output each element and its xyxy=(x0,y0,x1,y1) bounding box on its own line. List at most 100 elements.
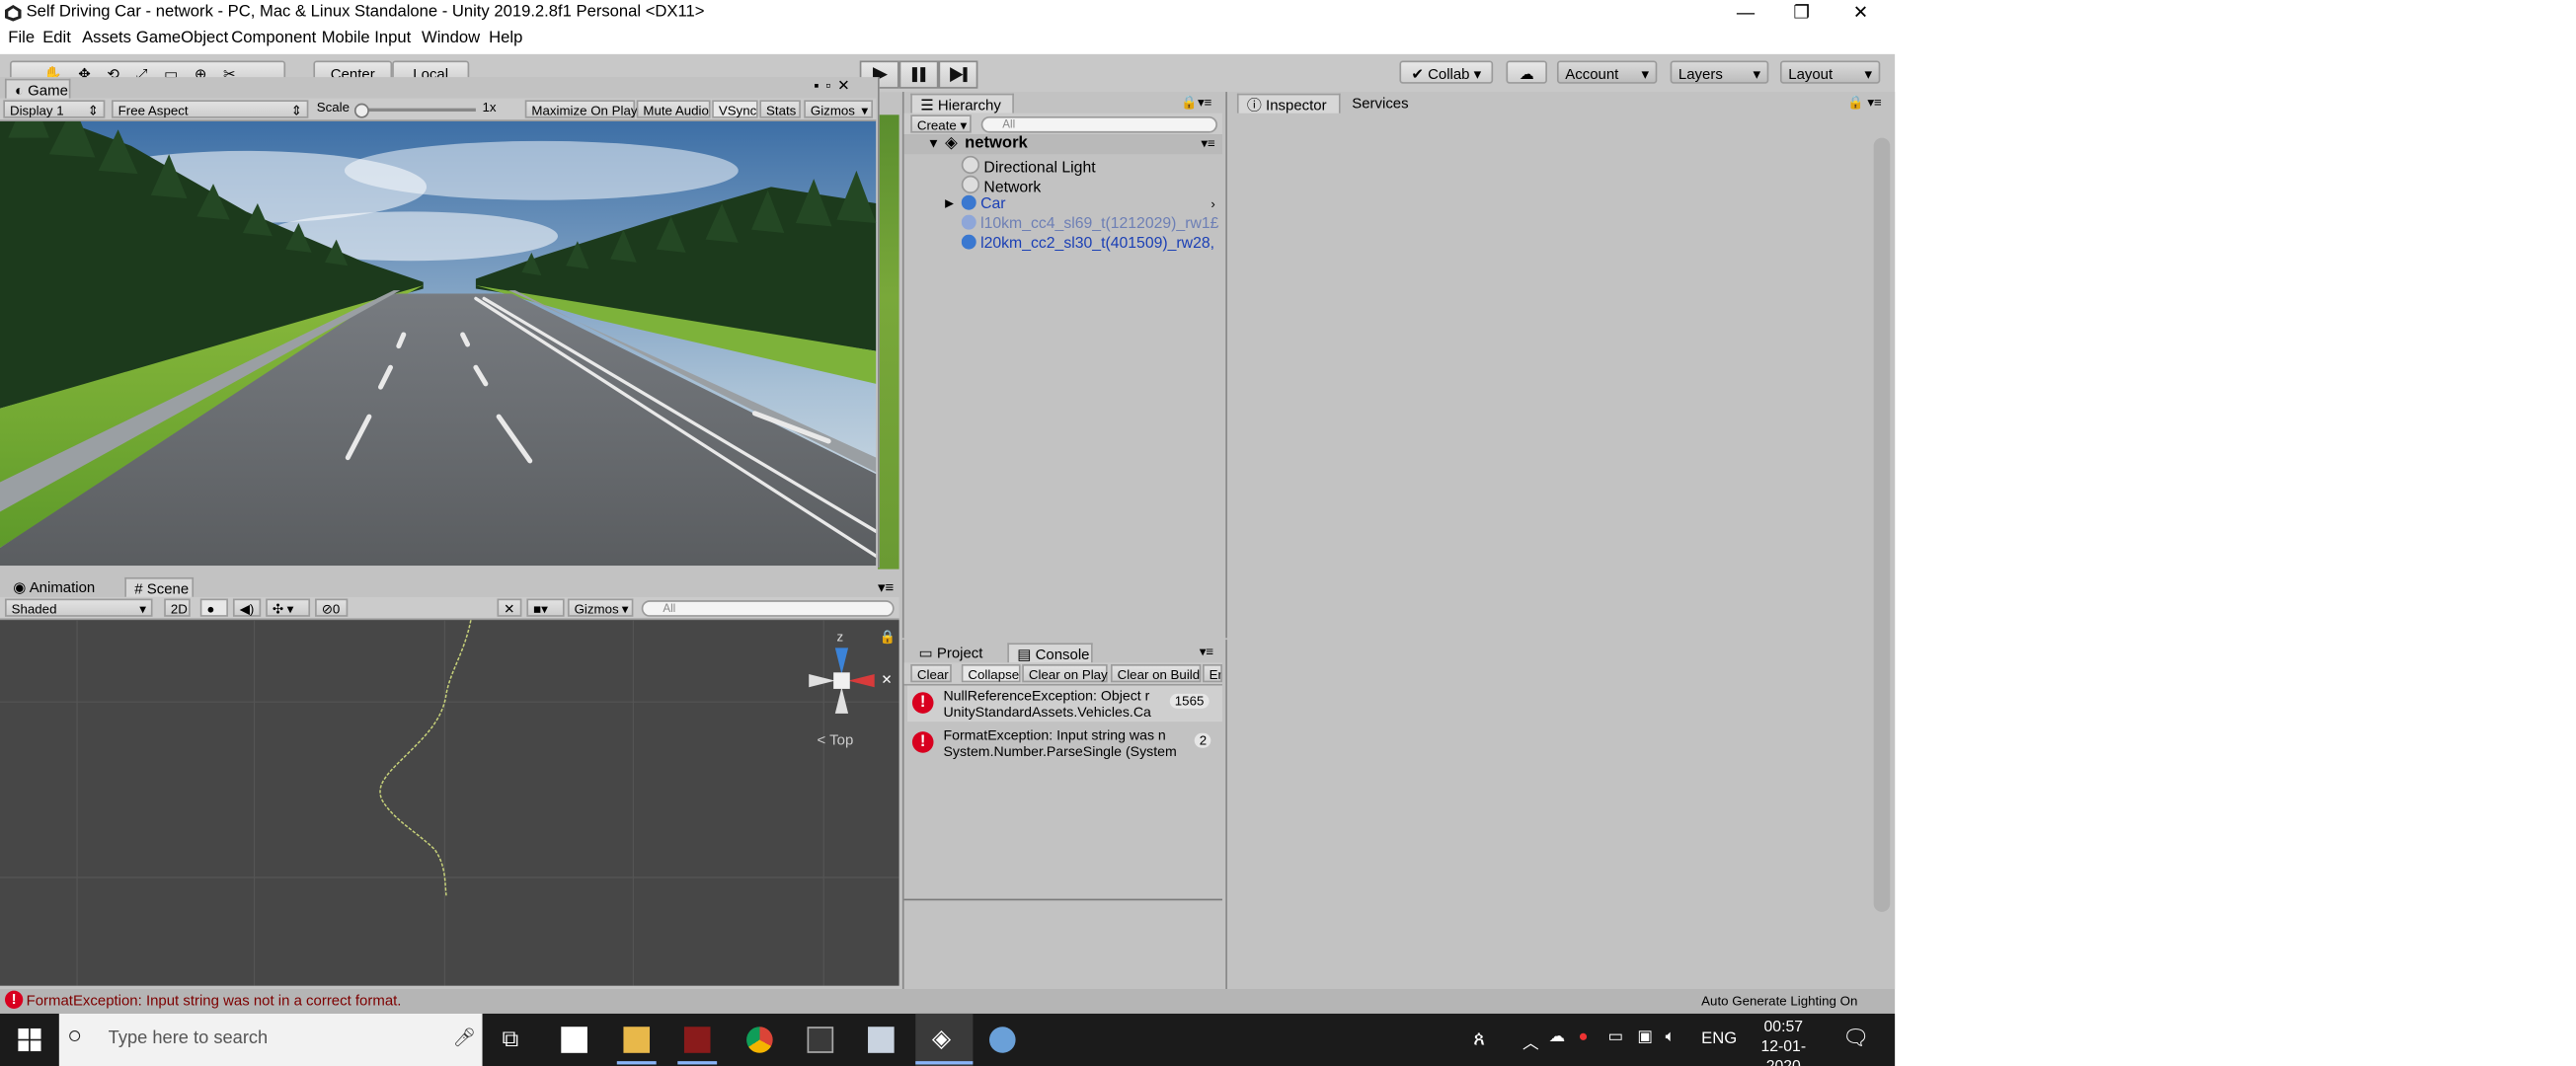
lock-icon[interactable]: 🔒 xyxy=(880,630,897,645)
chevron-up-icon[interactable]: ︿ xyxy=(1522,1028,1539,1053)
browser-app-icon[interactable] xyxy=(989,1027,1016,1053)
hierarchy-item-directional-light[interactable]: Directional Light xyxy=(961,155,1096,177)
console-detail-splitter[interactable] xyxy=(903,898,1222,901)
microphone-icon[interactable]: 🎤︎ xyxy=(453,1027,476,1048)
tab-game[interactable]: ◐ Game xyxy=(4,78,71,99)
cloud-button[interactable]: ☁ xyxy=(1506,60,1547,84)
battery-icon[interactable]: ▭ xyxy=(1607,1028,1623,1046)
maximize-button[interactable]: ❐ xyxy=(1773,0,1829,28)
display-dropdown[interactable]: Display 1 ⇕ xyxy=(3,100,106,118)
unity-taskbar-button[interactable]: ◈ xyxy=(915,1013,974,1066)
console-entry[interactable]: ! NullReferenceException: Object r Unity… xyxy=(906,685,1222,723)
menu-component[interactable]: Component xyxy=(231,30,316,47)
tab-animation[interactable]: ◉ Animation xyxy=(5,577,107,597)
terminal-icon[interactable] xyxy=(807,1027,834,1053)
camera-dropdown[interactable]: ■▾ xyxy=(526,598,565,617)
scene-viewport[interactable]: z ✕ 🔒 < Top xyxy=(0,620,899,986)
console-error-pause-toggle[interactable]: Er xyxy=(1203,663,1222,683)
lighting-toggle[interactable]: ● xyxy=(199,598,228,617)
status-message[interactable]: FormatException: Input string was not in… xyxy=(27,992,402,1009)
step-button[interactable] xyxy=(938,60,978,89)
console-menu-icon[interactable]: ▾≡ xyxy=(1200,645,1213,659)
scene-menu-icon[interactable]: ▾≡ xyxy=(1201,136,1214,151)
chevron-right-icon[interactable]: › xyxy=(1210,196,1214,211)
audio-toggle[interactable]: ◀) xyxy=(232,598,262,617)
scene-search-input[interactable]: All xyxy=(641,600,895,617)
menu-mobile-input[interactable]: Mobile Input xyxy=(322,30,412,47)
hierarchy-search-input[interactable]: All xyxy=(980,115,1217,133)
tab-console[interactable]: ▤ Console xyxy=(1007,643,1093,663)
menu-assets[interactable]: Assets xyxy=(82,30,131,47)
onedrive-cloud-icon[interactable]: ☁ xyxy=(1549,1028,1566,1046)
tab-project[interactable]: ▭ Project xyxy=(910,643,992,662)
menu-gameobject[interactable]: GameObject xyxy=(136,30,228,47)
stats-toggle[interactable]: Stats xyxy=(759,100,801,118)
game-render-view[interactable] xyxy=(0,120,877,567)
shading-dropdown[interactable]: Shaded ▾ xyxy=(4,598,153,617)
mute-audio-toggle[interactable]: Mute Audio xyxy=(636,100,711,118)
effects-dropdown[interactable]: ✣ ▾ xyxy=(266,598,311,617)
hierarchy-item-l10km[interactable]: l10km_cc4_sl69_t(1212029)_rw1£ xyxy=(961,214,1221,233)
game-window-controls[interactable]: ▪▫✕ xyxy=(814,77,856,95)
gizmos-dropdown[interactable]: Gizmos ▾ xyxy=(804,100,874,118)
scene-view-label[interactable]: < Top xyxy=(818,731,854,748)
toggle-2d-button[interactable]: 2D xyxy=(164,598,191,617)
notifications-icon[interactable]: 🗨︎ xyxy=(1842,1026,1869,1052)
console-clear-on-play-toggle[interactable]: Clear on Play xyxy=(1022,663,1108,683)
scale-slider-thumb[interactable] xyxy=(353,103,369,118)
hierarchy-item-network[interactable]: Network xyxy=(961,175,1041,196)
effects-icon: ✣ ▾ xyxy=(272,601,294,617)
scale-slider[interactable] xyxy=(353,103,476,118)
tab-scene[interactable]: # Scene xyxy=(124,576,195,597)
inspector-scrollbar[interactable] xyxy=(1873,137,1891,912)
console-collapse-toggle[interactable]: Collapse xyxy=(961,663,1021,683)
mail-icon[interactable] xyxy=(561,1027,587,1053)
scene-gizmos-dropdown[interactable]: Gizmos ▾ xyxy=(567,598,634,617)
clock[interactable]: 00:57 12-01-2020 xyxy=(1746,1019,1821,1066)
aspect-dropdown[interactable]: Free Aspect ⇕ xyxy=(111,100,309,118)
task-view-icon[interactable]: ⧉ xyxy=(502,1026,518,1053)
language-indicator[interactable]: ENG xyxy=(1701,1030,1737,1048)
create-dropdown[interactable]: Create ▾ xyxy=(910,114,972,133)
expand-car-arrow-icon[interactable]: ▶ xyxy=(945,196,954,210)
app-icon[interactable] xyxy=(868,1027,895,1053)
hierarchy-item-l20km[interactable]: l20km_cc2_sl30_t(401509)_rw28, xyxy=(961,234,1221,253)
console-entry[interactable]: ! FormatException: Input string was n Sy… xyxy=(906,724,1222,762)
network-icon[interactable]: ▣ xyxy=(1637,1028,1653,1046)
inspector-lock-menu-icon[interactable]: 🔒 ▾≡ xyxy=(1847,95,1882,110)
volume-icon[interactable]: 🔈︎ xyxy=(1666,1028,1676,1046)
tools-toggle[interactable]: ✕ xyxy=(497,598,522,617)
layout-dropdown[interactable]: Layout ▾ xyxy=(1779,60,1881,84)
collab-dropdown[interactable]: ✔ Collab ▾ xyxy=(1399,60,1494,84)
menu-file[interactable]: File xyxy=(8,30,35,47)
windows-start-icon[interactable] xyxy=(18,1028,41,1052)
menu-help[interactable]: Help xyxy=(489,30,522,47)
pause-button[interactable] xyxy=(898,60,939,89)
menu-edit[interactable]: Edit xyxy=(42,30,71,47)
chevron-down-icon: ▾ xyxy=(1641,65,1650,83)
menu-window[interactable]: Window xyxy=(422,30,480,47)
panel-menu-icon[interactable]: ▾≡ xyxy=(878,579,894,597)
chrome-icon[interactable] xyxy=(746,1027,773,1053)
people-icon[interactable]: ጰ xyxy=(1473,1027,1485,1051)
account-dropdown[interactable]: Account ▾ xyxy=(1556,60,1658,84)
tab-services[interactable]: Services xyxy=(1344,94,1418,114)
hierarchy-lock-menu-icon[interactable]: 🔒▾≡ xyxy=(1181,95,1211,110)
taskbar-search-box[interactable]: ○ Type here to search 🎤︎ xyxy=(58,1013,483,1066)
minimize-button[interactable]: — xyxy=(1718,0,1773,28)
vsync-toggle[interactable]: VSync xyxy=(712,100,758,118)
hidden-objects-toggle[interactable]: ⊘0 xyxy=(315,598,349,617)
collab-check-icon: ✔ xyxy=(1411,65,1424,83)
console-clear-on-build-toggle[interactable]: Clear on Build xyxy=(1110,663,1202,683)
console-clear-button[interactable]: Clear xyxy=(910,663,952,683)
layers-dropdown[interactable]: Layers ▾ xyxy=(1670,60,1769,84)
maximize-on-play-toggle[interactable]: Maximize On Play xyxy=(524,100,638,118)
tab-hierarchy[interactable]: ☰ Hierarchy xyxy=(910,93,1014,114)
tab-inspector[interactable]: ⓘ Inspector xyxy=(1236,93,1341,114)
file-explorer-icon[interactable] xyxy=(623,1027,651,1053)
game-app-icon[interactable] xyxy=(683,1027,711,1053)
expand-scene-arrow-icon[interactable]: ▼ xyxy=(927,136,940,151)
hierarchy-item-car[interactable]: Car xyxy=(961,194,1006,213)
close-window-button[interactable]: ✕ xyxy=(1833,0,1888,28)
antivirus-icon[interactable]: ● xyxy=(1579,1028,1589,1046)
